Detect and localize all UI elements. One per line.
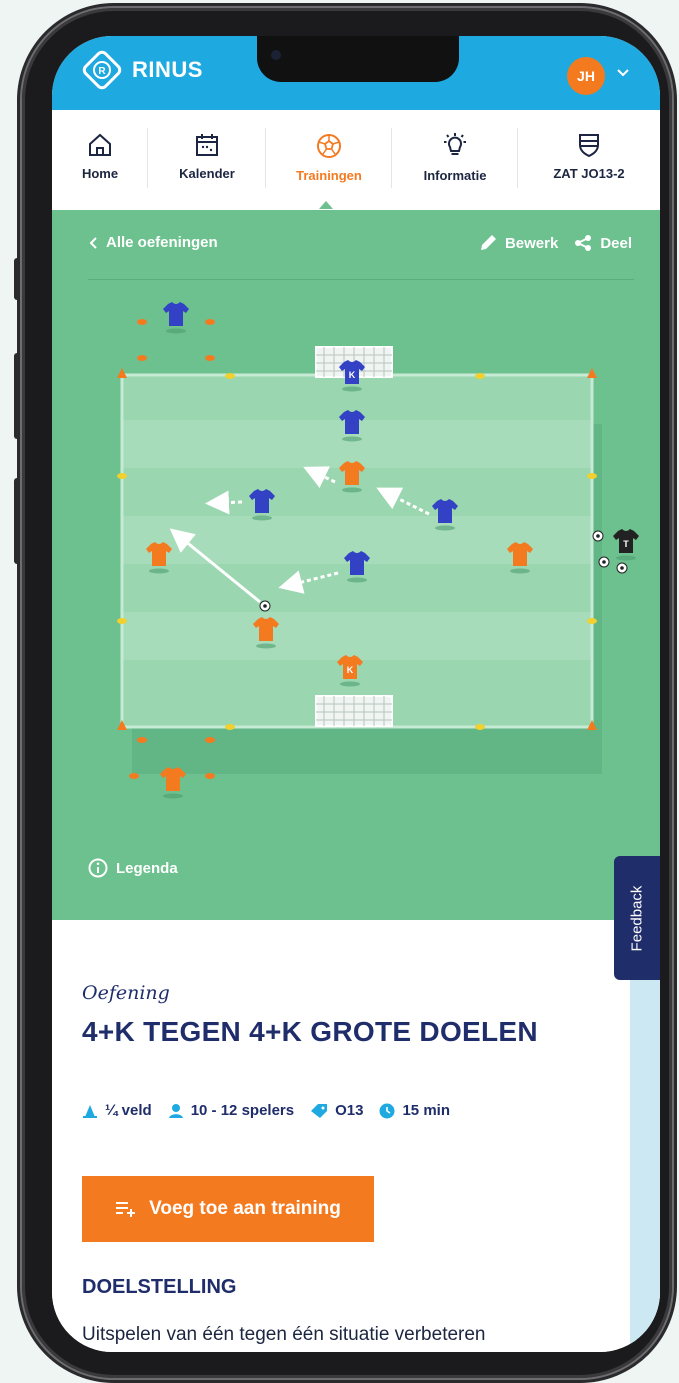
chevron-left-icon — [89, 236, 97, 249]
edit-button[interactable]: Bewerk — [479, 234, 558, 252]
nav-trainingen[interactable]: Trainingen — [266, 110, 392, 210]
tag-icon — [311, 1103, 328, 1118]
nav-informatie-label: Informatie — [423, 168, 487, 183]
divider — [88, 279, 634, 280]
back-link[interactable]: Alle oefeningen — [88, 234, 218, 251]
nav-kalender-label: Kalender — [179, 166, 235, 181]
ball-icon — [259, 600, 271, 612]
pencil-icon — [480, 235, 496, 250]
football-icon — [317, 134, 341, 158]
volume-up-button — [14, 353, 20, 439]
share-button[interactable]: Deel — [574, 234, 632, 252]
black-player-icon: T — [613, 529, 639, 561]
feedback-label: Feedback — [628, 885, 646, 951]
rinus-logo[interactable]: R RINUS — [80, 48, 203, 92]
chevron-down-icon[interactable] — [616, 66, 630, 80]
section-title: DOELSTELLING — [82, 1276, 237, 1298]
add-list-icon — [116, 1202, 136, 1217]
lightbulb-icon — [444, 133, 466, 155]
app-name: RINUS — [132, 57, 203, 82]
exercise-kicker: Oefening — [82, 982, 170, 1004]
meta-players: 10 - 12 spelers — [168, 1102, 294, 1119]
svg-text:R: R — [98, 66, 106, 77]
nav-home-label: Home — [81, 166, 119, 181]
clock-icon — [379, 1103, 395, 1118]
volume-down-button — [14, 478, 20, 564]
orange-player-icon — [160, 767, 186, 799]
player-mark: T — [623, 539, 629, 549]
nav-home[interactable]: Home — [52, 110, 148, 210]
shield-icon — [579, 134, 599, 158]
exercise-title: 4+K TEGEN 4+K GROTE DOELEN — [82, 1016, 538, 1047]
share-label: Deel — [600, 234, 632, 252]
nav-informatie[interactable]: Informatie — [392, 110, 518, 210]
exercise-actions: Bewerk Deel — [479, 234, 632, 252]
exercise-meta: ¼ veld 10 - 12 spelers O13 15 min — [82, 1102, 450, 1119]
info-icon — [88, 858, 108, 878]
meta-age-group: O13 — [310, 1102, 363, 1119]
notch — [257, 36, 459, 82]
nav-trainingen-label: Trainingen — [296, 168, 362, 183]
meta-duration: 15 min — [379, 1102, 450, 1119]
exercise-content: Oefening 4+K TEGEN 4+K GROTE DOELEN ¼ ve… — [52, 920, 660, 1352]
scroll-strip — [630, 920, 660, 1352]
meta-field-size: ¼ veld — [82, 1102, 152, 1119]
feedback-tab[interactable]: Feedback — [614, 856, 660, 980]
add-to-training-button[interactable]: Voeg toe aan training — [82, 1176, 374, 1242]
rinus-logo-icon: R — [82, 50, 122, 90]
nav-team-label: ZAT JO13-2 — [553, 166, 625, 181]
nav-kalender[interactable]: Kalender — [148, 110, 266, 210]
main-nav: Home Kalender Trainingen Informatie ZAT … — [52, 110, 660, 210]
calendar-icon — [196, 134, 218, 156]
edit-label: Bewerk — [504, 234, 559, 252]
add-to-training-label: Voeg toe aan training — [149, 1198, 341, 1219]
goal-bottom-icon — [315, 695, 393, 727]
field-diagram: K K T — [117, 302, 639, 799]
nav-active-caret — [319, 201, 333, 209]
legend-label: Legenda — [116, 859, 178, 877]
mute-switch — [14, 258, 20, 300]
avatar[interactable]: JH — [567, 57, 605, 95]
section-text: Uitspelen van één tegen één situatie ver… — [82, 1324, 486, 1345]
exercise-diagram-area: K K T Alle oefeningen Bewerk Deel Legenda — [52, 210, 660, 920]
app-screen: R RINUS JH Home Kalender Trainingen Info… — [52, 36, 660, 1352]
back-label: Alle oefeningen — [106, 234, 218, 251]
nav-team[interactable]: ZAT JO13-2 — [518, 110, 660, 210]
person-icon — [168, 1103, 183, 1118]
player-mark: K — [349, 370, 356, 380]
cone-icon — [83, 1104, 97, 1118]
blue-player-icon — [163, 302, 189, 334]
home-icon — [89, 133, 111, 156]
player-mark: K — [347, 665, 354, 675]
legend-button[interactable]: Legenda — [88, 858, 178, 878]
share-icon — [575, 235, 592, 251]
